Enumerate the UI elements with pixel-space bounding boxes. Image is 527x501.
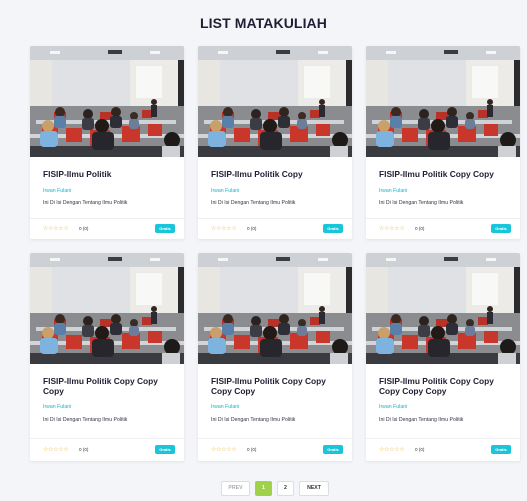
price-badge: Gratis <box>491 445 511 454</box>
rating-count: 0 (0) <box>247 226 257 231</box>
course-author[interactable]: Irwan Fulani <box>379 404 407 410</box>
rating-stars-icon: ☆☆☆☆☆ <box>43 226 69 232</box>
course-card[interactable]: FISIP-Ilmu Politik Copy Copy Copy Copy I… <box>198 253 352 461</box>
rating-stars-icon: ☆☆☆☆☆ <box>43 447 69 453</box>
course-description: Ini Di Isi Dengan Tentang Ilmu Politik <box>379 417 464 423</box>
course-description: Ini Di Isi Dengan Tentang Ilmu Politik <box>43 200 128 206</box>
rating-stars-icon: ☆☆☆☆☆ <box>211 447 237 453</box>
course-title[interactable]: FISIP-Ilmu Politik Copy Copy Copy Copy C… <box>379 376 511 396</box>
page-title: LIST MATAKULIAH <box>200 15 327 31</box>
price-badge: Gratis <box>155 445 175 454</box>
course-card[interactable]: FISIP-Ilmu Politik Irwan Fulani Ini Di I… <box>30 46 184 239</box>
rating-count: 0 (0) <box>79 226 89 231</box>
card-footer: ☆☆☆☆☆ 0 (0) Gratis <box>43 445 175 455</box>
card-divider <box>366 218 520 219</box>
card-footer: ☆☆☆☆☆ 0 (0) Gratis <box>379 445 511 455</box>
card-footer: ☆☆☆☆☆ 0 (0) Gratis <box>43 224 175 234</box>
course-description: Ini Di Isi Dengan Tentang Ilmu Politik <box>211 417 296 423</box>
course-title[interactable]: FISIP-Ilmu Politik Copy <box>211 169 343 179</box>
course-author[interactable]: Irwan Fulani <box>211 404 239 410</box>
course-description: Ini Di Isi Dengan Tentang Ilmu Politik <box>211 200 296 206</box>
course-thumbnail[interactable] <box>198 253 352 364</box>
course-thumbnail[interactable] <box>30 253 184 364</box>
prev-page-button[interactable]: PREV <box>221 481 250 496</box>
card-footer: ☆☆☆☆☆ 0 (0) Gratis <box>379 224 511 234</box>
card-divider <box>198 438 352 439</box>
price-badge: Gratis <box>155 224 175 233</box>
course-author[interactable]: Irwan Fulani <box>43 404 71 410</box>
course-title[interactable]: FISIP-Ilmu Politik Copy Copy Copy Copy <box>211 376 343 396</box>
course-title[interactable]: FISIP-Ilmu Politik <box>43 169 175 179</box>
course-thumbnail[interactable] <box>198 46 352 157</box>
course-thumbnail[interactable] <box>30 46 184 157</box>
rating-count: 0 (0) <box>79 447 89 452</box>
rating-stars-icon: ☆☆☆☆☆ <box>379 447 405 453</box>
rating-count: 0 (0) <box>415 226 425 231</box>
course-thumbnail[interactable] <box>366 46 520 157</box>
card-divider <box>30 218 184 219</box>
course-title[interactable]: FISIP-Ilmu Politik Copy Copy Copy <box>43 376 175 396</box>
course-card[interactable]: FISIP-Ilmu Politik Copy Irwan Fulani Ini… <box>198 46 352 239</box>
card-footer: ☆☆☆☆☆ 0 (0) Gratis <box>211 224 343 234</box>
course-card[interactable]: FISIP-Ilmu Politik Copy Copy Copy Copy C… <box>366 253 520 461</box>
course-title[interactable]: FISIP-Ilmu Politik Copy Copy <box>379 169 511 179</box>
rating-stars-icon: ☆☆☆☆☆ <box>379 226 405 232</box>
price-badge: Gratis <box>323 224 343 233</box>
course-card[interactable]: FISIP-Ilmu Politik Copy Copy Irwan Fulan… <box>366 46 520 239</box>
course-description: Ini Di Isi Dengan Tentang Ilmu Politik <box>379 200 464 206</box>
price-badge: Gratis <box>491 224 511 233</box>
page-2-button[interactable]: 2 <box>277 481 294 496</box>
page-1-button[interactable]: 1 <box>255 481 272 496</box>
card-divider <box>30 438 184 439</box>
course-author[interactable]: Irwan Fulani <box>379 188 407 194</box>
course-thumbnail[interactable] <box>366 253 520 364</box>
rating-stars-icon: ☆☆☆☆☆ <box>211 226 237 232</box>
rating-count: 0 (0) <box>415 447 425 452</box>
card-divider <box>366 438 520 439</box>
card-divider <box>198 218 352 219</box>
rating-count: 0 (0) <box>247 447 257 452</box>
course-author[interactable]: Irwan Fulani <box>211 188 239 194</box>
course-card[interactable]: FISIP-Ilmu Politik Copy Copy Copy Irwan … <box>30 253 184 461</box>
course-description: Ini Di Isi Dengan Tentang Ilmu Politik <box>43 417 128 423</box>
next-page-button[interactable]: NEXT <box>299 481 329 496</box>
card-footer: ☆☆☆☆☆ 0 (0) Gratis <box>211 445 343 455</box>
course-author[interactable]: Irwan Fulani <box>43 188 71 194</box>
price-badge: Gratis <box>323 445 343 454</box>
